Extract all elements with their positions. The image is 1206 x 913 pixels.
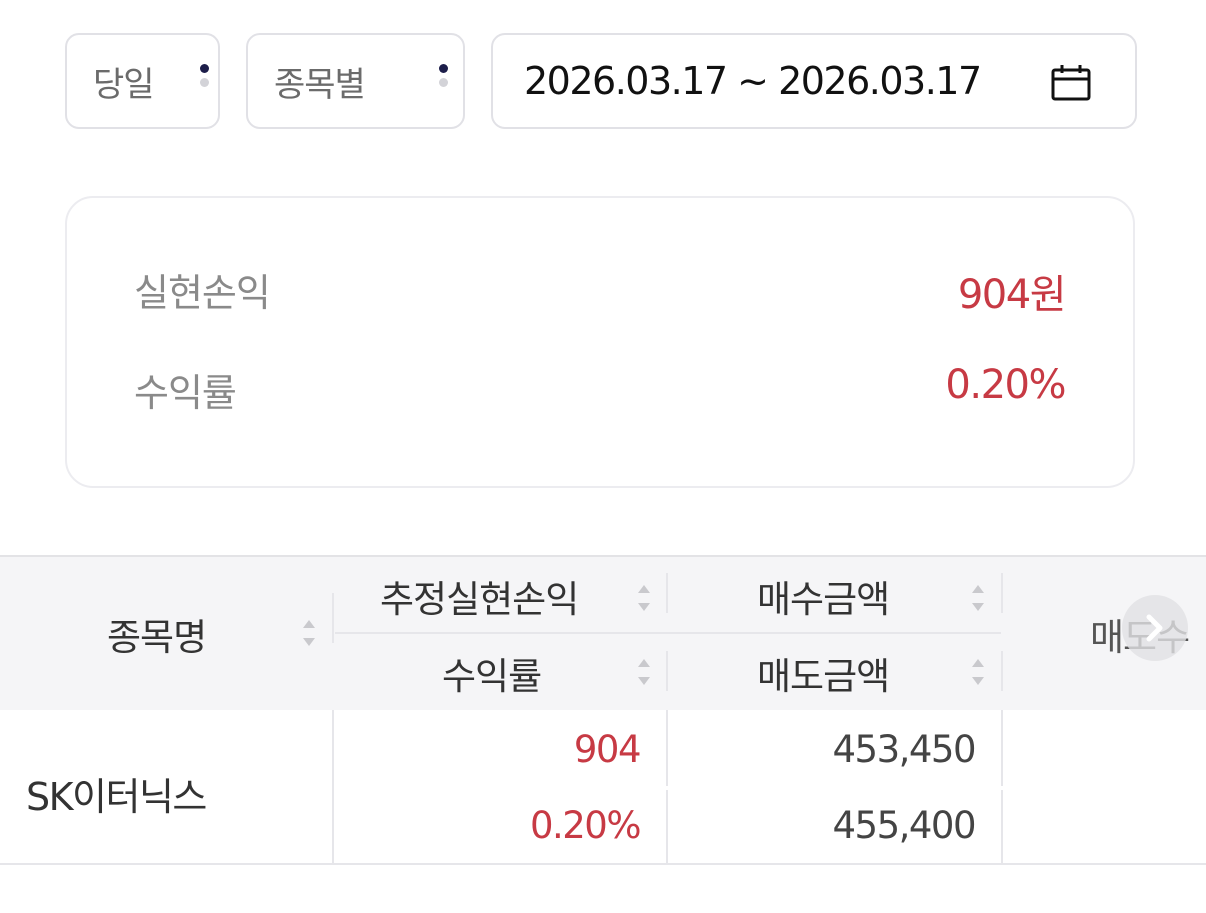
type-select-indicator-icon [437,64,449,104]
column-divider [666,710,668,786]
table-header: 종목명 추정실현손익 수익률 매수금액 매도금액 매도수 [0,555,1206,710]
row-return-rate: 0.20% [529,804,642,847]
column-divider [666,790,668,863]
header-return-rate-label: 수익률 [442,655,542,698]
chevron-right-icon [1146,614,1163,642]
header-stock-name-label: 종목명 [107,616,207,659]
table-bottom-border [0,863,1206,865]
period-select-label: 당일 [93,64,155,105]
sort-icon [637,659,651,685]
column-divider [1001,573,1003,613]
type-select[interactable]: 종목별 [246,33,465,129]
row-stock-name: SK이터닉스 [26,775,207,819]
row-sell-amount: 455,400 [832,804,976,847]
scroll-right-button[interactable] [1122,595,1188,661]
sort-icon [971,585,985,611]
header-sell-amount-label: 매도금액 [757,655,890,698]
header-est-realized-pl-label: 추정실현손익 [380,578,579,621]
row-buy-amount: 453,450 [832,728,976,771]
return-rate-label: 수익률 [134,371,237,415]
summary-card: 실현손익 904원 수익률 0.20% [65,196,1135,488]
realized-pl-label: 실현손익 [134,271,271,315]
column-divider [1001,710,1003,786]
row-est-realized-pl: 904 [573,728,642,771]
return-rate-value: 0.20% [945,362,1066,408]
type-select-label: 종목별 [274,64,366,105]
calendar-icon[interactable] [1051,65,1091,101]
sort-icon [971,659,985,685]
header-row-divider [335,632,1001,634]
date-range-text: 2026.03.17 ~ 2026.03.17 [524,59,982,103]
column-divider [332,593,334,643]
sort-icon [302,620,316,646]
column-divider [666,651,668,691]
column-divider [666,573,668,613]
sort-icon [637,585,651,611]
column-divider [1001,651,1003,691]
period-select[interactable]: 당일 [65,33,220,129]
realized-pl-value: 904원 [957,272,1067,318]
date-range-picker[interactable]: 2026.03.17 ~ 2026.03.17 [491,33,1137,129]
header-buy-amount-label: 매수금액 [757,578,890,621]
column-divider [1001,790,1003,863]
period-select-indicator-icon [198,64,210,104]
table-row[interactable]: SK이터닉스 904 0.20% 453,450 455,400 [0,710,1206,865]
column-divider [332,710,334,863]
